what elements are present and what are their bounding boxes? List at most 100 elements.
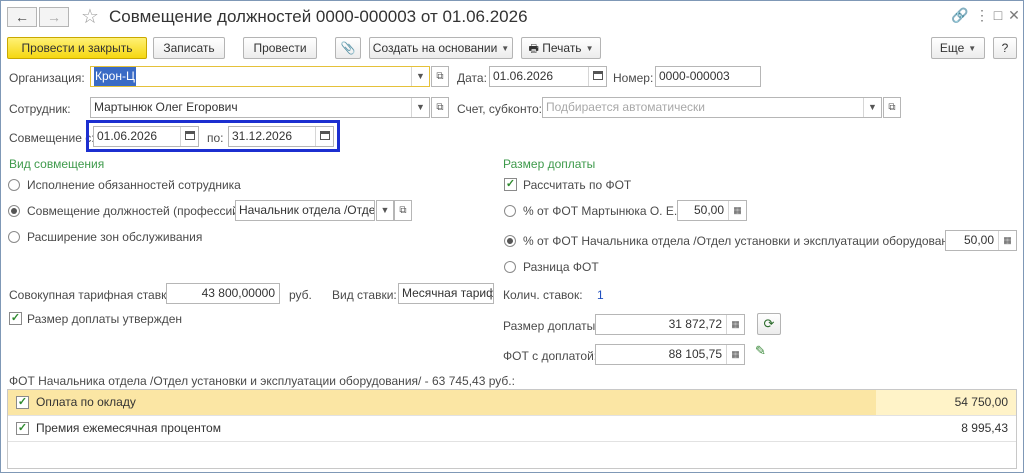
fot-with-surcharge-field[interactable]: 88 105,75 ▦ [595, 344, 745, 365]
number-label: Номер: [613, 71, 654, 85]
number-value: 0000-000003 [659, 69, 730, 83]
calculator-icon[interactable]: ▦ [728, 201, 746, 220]
surcharge-option-1-field[interactable]: 50,00 ▦ [677, 200, 747, 221]
position-dropdown-button[interactable]: ▼ [376, 200, 394, 221]
dropdown-arrow-icon: ▼ [380, 205, 390, 215]
table-row[interactable]: ✓ Премия ежемесячная процентом 8 995,43 [8, 416, 1016, 442]
rate-type-label: Вид ставки: [332, 288, 397, 302]
surcharge-option-3-radio[interactable] [504, 261, 516, 273]
account-field[interactable]: Подбирается автоматически ▼ [542, 97, 882, 118]
open-employee-button[interactable]: ⧉ [431, 97, 449, 118]
open-position-button[interactable]: ⧉ [394, 200, 412, 221]
calendar-icon[interactable] [315, 127, 333, 146]
refresh-icon: ⟳ [763, 316, 775, 331]
open-icon: ⧉ [399, 205, 407, 216]
kind-section-title: Вид совмещения [9, 157, 105, 171]
attach-button[interactable]: 📎 [335, 37, 361, 59]
surcharge-option-1-label[interactable]: % от ФОТ Мартынюка О. Е. [523, 204, 677, 218]
recalculate-button[interactable]: ⟳ [757, 313, 781, 335]
surcharge-option-1-radio[interactable] [504, 205, 516, 217]
surcharge-option-2-field[interactable]: 50,00 ▦ [945, 230, 1017, 251]
kind-option-1-radio[interactable] [8, 205, 20, 217]
fot-with-surcharge-value: 88 105,75 [668, 347, 722, 361]
organization-label: Организация: [9, 71, 85, 85]
period-from-field[interactable]: 01.06.2026 [93, 126, 199, 147]
row-checkbox[interactable]: ✓ [16, 396, 29, 409]
create-based-on-button[interactable]: Создать на основании ▼ [369, 37, 513, 59]
row-checkbox[interactable]: ✓ [16, 422, 29, 435]
date-value: 01.06.2026 [493, 69, 554, 83]
checkmark-icon: ✓ [505, 178, 516, 190]
dropdown-arrow-icon[interactable]: ▼ [411, 98, 429, 117]
window-title: Совмещение должностей 0000-000003 от 01.… [109, 7, 528, 26]
calculator-icon[interactable]: ▦ [726, 345, 744, 364]
period-to-field[interactable]: 31.12.2026 [228, 126, 334, 147]
dropdown-arrow-icon[interactable]: ▼ [863, 98, 881, 117]
approved-label: Размер доплаты утвержден [27, 312, 183, 326]
calculator-icon[interactable]: ▦ [726, 315, 744, 334]
post-button[interactable]: Провести [243, 37, 317, 59]
approved-checkbox[interactable]: ✓ [9, 312, 22, 325]
help-button[interactable]: ? [993, 37, 1017, 59]
organization-field[interactable]: Крон-Ц ▼ [90, 66, 430, 87]
kind-option-2-radio[interactable] [8, 231, 20, 243]
print-label: Печать [542, 41, 582, 55]
calculator-icon[interactable]: ▦ [998, 231, 1016, 250]
surcharge-option-3-label[interactable]: Разница ФОТ [523, 260, 599, 274]
kind-option-0-label[interactable]: Исполнение обязанностей сотрудника [27, 178, 241, 192]
back-button[interactable]: ← [7, 7, 37, 27]
position-field[interactable]: Начальник отдела /Отдел [235, 200, 375, 221]
open-organization-button[interactable]: ⧉ [431, 66, 449, 87]
calc-by-fot-checkbox[interactable]: ✓ [504, 178, 517, 191]
calendar-icon[interactable] [180, 127, 198, 146]
close-icon[interactable]: ✕ [1005, 7, 1023, 24]
print-button[interactable]: 🖶 Печать ▼ [521, 37, 601, 59]
dropdown-arrow-icon[interactable]: ▼ [411, 67, 429, 86]
forward-button[interactable]: → [39, 7, 69, 27]
period-label: Совмещение с: [9, 131, 95, 145]
fot-caption: ФОТ Начальника отдела /Отдел установки и… [9, 374, 515, 388]
calendar-icon[interactable] [588, 67, 606, 86]
open-icon: ⧉ [436, 71, 444, 82]
account-placeholder: Подбирается автоматически [546, 100, 705, 114]
arrow-left-icon: ← [15, 9, 29, 25]
caret-down-icon: ▼ [585, 44, 594, 53]
open-icon: ⧉ [436, 102, 444, 113]
employee-field[interactable]: Мартынюк Олег Егорович ▼ [90, 97, 430, 118]
document-window: ← → ☆ Совмещение должностей 0000-000003 … [0, 0, 1024, 473]
tariff-label: Совокупная тарифная ставка: [9, 288, 177, 302]
more-button[interactable]: Еще ▼ [931, 37, 985, 59]
tariff-unit: руб. [289, 288, 312, 302]
kind-option-1-label[interactable]: Совмещение должностей (профессий) [27, 204, 243, 218]
rate-type-field[interactable]: Месячная тариф [398, 283, 494, 304]
save-button[interactable]: Записать [153, 37, 225, 59]
edit-pencil-icon[interactable]: ✎ [755, 343, 766, 359]
employee-value: Мартынюк Олег Егорович [94, 100, 238, 114]
arrow-right-icon: → [47, 9, 61, 25]
fot-table: ✓ Оплата по окладу 54 750,00 ✓ Премия еж… [7, 389, 1017, 469]
table-row[interactable]: ✓ Оплата по окладу 54 750,00 [8, 390, 1016, 416]
checkmark-icon: ✓ [17, 422, 28, 434]
more-label: Еще [939, 41, 965, 55]
kind-option-2-label[interactable]: Расширение зон обслуживания [27, 230, 202, 244]
title-bar: ← → ☆ Совмещение должностей 0000-000003 … [1, 1, 1023, 33]
surcharge-option-2-radio[interactable] [504, 235, 516, 247]
surcharge-amount-field[interactable]: 31 872,72 ▦ [595, 314, 745, 335]
row-amount: 8 995,43 [961, 421, 1008, 435]
employee-label: Сотрудник: [9, 102, 71, 116]
number-field[interactable]: 0000-000003 [655, 66, 761, 87]
surcharge-option-2-label[interactable]: % от ФОТ Начальника отдела /Отдел устано… [523, 234, 965, 248]
favorite-star-icon[interactable]: ☆ [81, 4, 99, 29]
date-field[interactable]: 01.06.2026 [489, 66, 607, 87]
surcharge-option-1-value: 50,00 [693, 203, 724, 217]
rates-count-label: Колич. ставок: [503, 288, 583, 302]
rates-count-link[interactable]: 1 [597, 288, 604, 302]
kind-option-0-radio[interactable] [8, 179, 20, 191]
tariff-field[interactable]: 43 800,00000 [166, 283, 280, 304]
calc-by-fot-label: Рассчитать по ФОТ [523, 178, 632, 192]
post-and-close-button[interactable]: Провести и закрыть [7, 37, 147, 59]
caret-down-icon: ▼ [501, 44, 510, 53]
open-account-button[interactable]: ⧉ [883, 97, 901, 118]
link-icon[interactable]: 🔗 [951, 7, 969, 24]
period-from-value: 01.06.2026 [97, 129, 158, 143]
